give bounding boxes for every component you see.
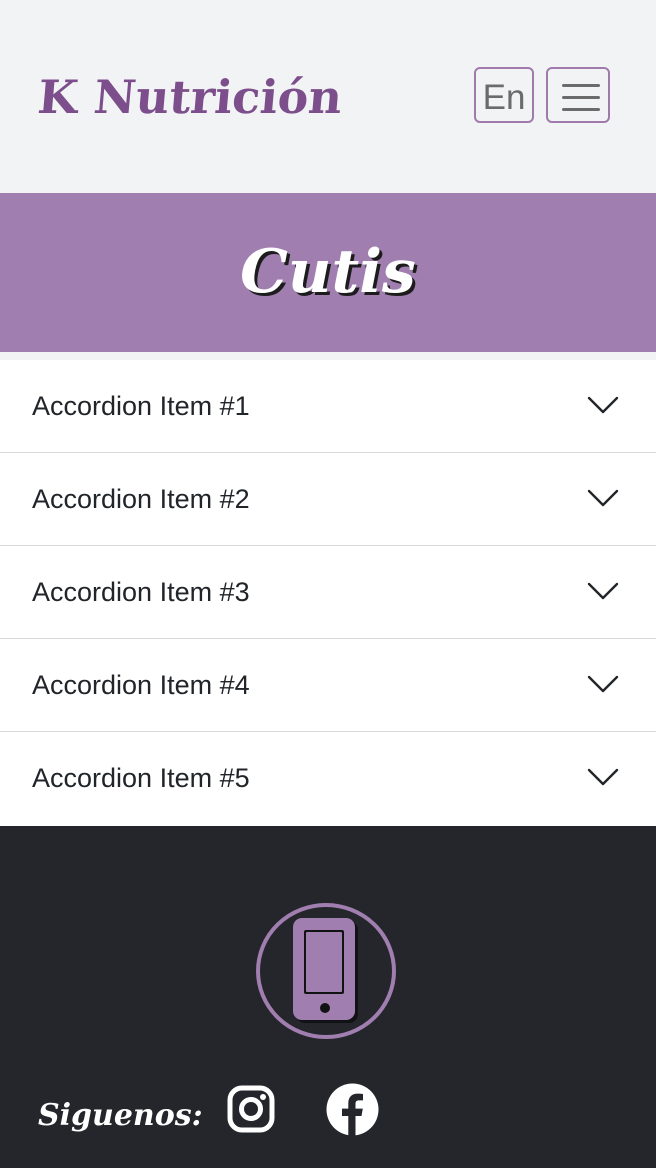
accordion-item-label: Accordion Item #5 xyxy=(32,763,250,793)
chevron-down-icon xyxy=(587,396,619,414)
accordion-item[interactable]: Accordion Item #5 xyxy=(0,732,656,825)
phone-icon[interactable] xyxy=(255,902,397,1040)
chevron-down-icon xyxy=(587,489,619,507)
facebook-icon[interactable] xyxy=(326,1083,379,1136)
follow-us-label: Siguenos: xyxy=(38,1098,203,1133)
chevron-down-icon xyxy=(587,675,619,693)
accordion-item-label: Accordion Item #3 xyxy=(32,577,250,607)
accordion-item[interactable]: Accordion Item #3 xyxy=(0,546,656,639)
page-title: Cutis xyxy=(240,237,416,307)
brand-logo[interactable]: K Nutrición xyxy=(35,64,345,130)
hamburger-icon xyxy=(562,84,600,112)
accordion-item-label: Accordion Item #1 xyxy=(32,391,250,421)
navbar: K Nutrición En xyxy=(0,0,656,193)
accordion-item[interactable]: Accordion Item #4 xyxy=(0,639,656,732)
instagram-icon[interactable] xyxy=(226,1084,276,1134)
accordion-item-label: Accordion Item #2 xyxy=(32,484,250,514)
language-toggle-button[interactable]: En xyxy=(474,67,534,123)
accordion-item[interactable]: Accordion Item #1 xyxy=(0,360,656,453)
accordion-item[interactable]: Accordion Item #2 xyxy=(0,453,656,546)
chevron-down-icon xyxy=(587,768,619,786)
chevron-down-icon xyxy=(587,582,619,600)
accordion: Accordion Item #1 Accordion Item #2 Acco… xyxy=(0,360,656,826)
footer: Siguenos: xyxy=(0,826,656,1168)
menu-toggle-button[interactable] xyxy=(546,67,610,123)
accordion-item-label: Accordion Item #4 xyxy=(32,670,250,700)
page-banner: Cutis xyxy=(0,193,656,352)
